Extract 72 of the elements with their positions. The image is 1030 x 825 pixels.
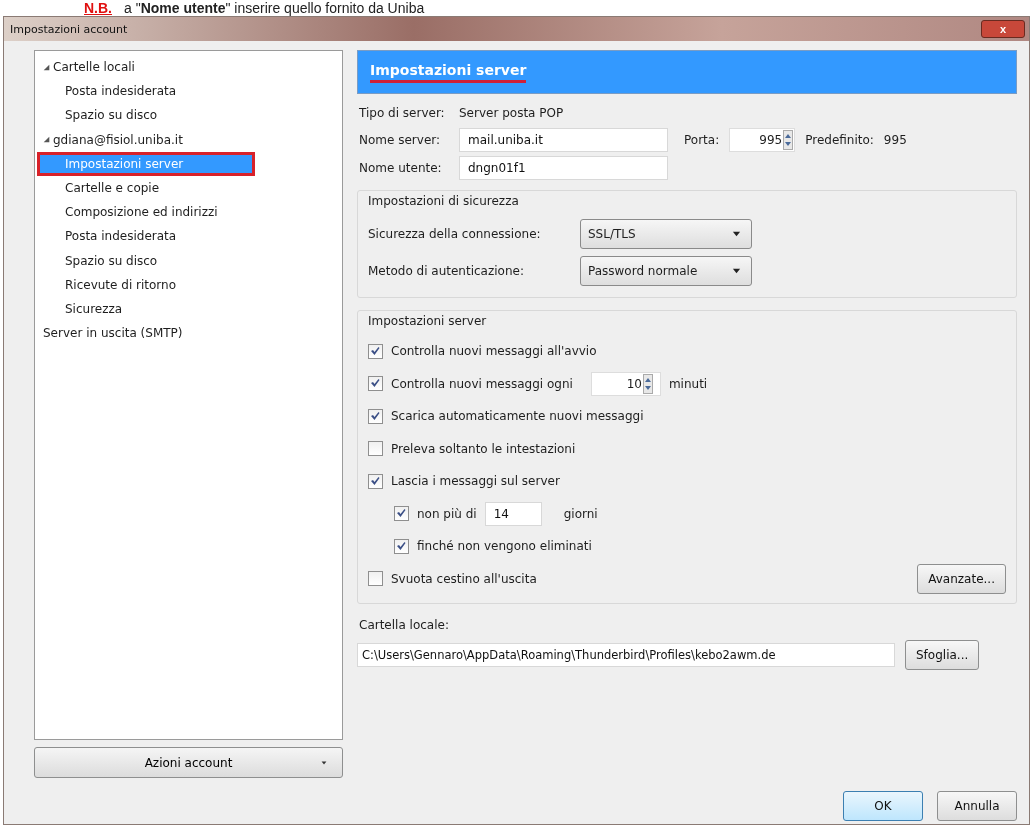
checkbox[interactable]	[368, 571, 383, 587]
ok-button[interactable]: OK	[843, 791, 923, 821]
server-name-field[interactable]: mail.uniba.it	[459, 128, 668, 152]
tree-item[interactable]: Spazio su disco	[37, 248, 340, 273]
checkmark-icon	[370, 345, 380, 356]
days-field[interactable]: 14	[484, 501, 542, 526]
expanded-triangle-icon[interactable]	[43, 136, 50, 144]
tree-item[interactable]: Ricevute di ritorno	[37, 272, 340, 297]
interval-field[interactable]: 10	[590, 371, 661, 396]
field-label: Tipo di server:	[359, 105, 446, 122]
field-label: Metodo di autenticazione:	[368, 263, 525, 278]
default-port-value: 995	[883, 133, 907, 147]
port-field[interactable]: 995	[729, 128, 796, 152]
spinner-arrows-icon[interactable]	[782, 130, 795, 150]
caret-icon	[732, 229, 741, 238]
caret-icon	[732, 266, 741, 275]
checkbox[interactable]	[368, 441, 383, 457]
unit-label: giorni	[563, 506, 598, 521]
checkbox[interactable]	[394, 538, 409, 554]
close-button[interactable]: x	[981, 20, 1025, 38]
field-label: Cartella locale:	[359, 618, 450, 632]
tree-item[interactable]: Cartelle e copie	[37, 175, 340, 201]
local-folder-field[interactable]: C:\Users\Gennaro\AppData\Roaming\Thunderbird\Profiles\kebo2awm.de	[357, 643, 895, 667]
user-name-field[interactable]: dngn01f1	[459, 156, 668, 180]
checkbox[interactable]	[368, 473, 383, 489]
tree-item[interactable]: Sicurezza	[37, 296, 340, 322]
dropdown[interactable]: Password normale	[580, 255, 752, 286]
checkmark-icon	[396, 508, 406, 519]
group-legend: Impostazioni server	[368, 309, 1006, 335]
checkbox-label: finché non vengono eliminati	[417, 539, 592, 554]
unit-label: minuti	[668, 376, 708, 391]
note-text: a "Nome utente" inserire quello fornito da Uniba	[124, 0, 425, 16]
checkbox-label: Controlla nuovi messaggi ogni	[391, 376, 573, 391]
checkbox-label: Controlla nuovi messaggi all'avvio	[391, 344, 597, 359]
checkbox[interactable]	[394, 506, 409, 522]
tree-item[interactable]: Server in uscita (SMTP)	[37, 321, 340, 346]
tree-item[interactable]: Posta indesiderata	[37, 224, 340, 249]
checkmark-icon	[396, 540, 406, 551]
header-title: Impostazioni server	[370, 61, 527, 83]
checkbox-label: Preleva soltanto le intestazioni	[391, 441, 576, 456]
advanced-button[interactable]: Avanzate...	[917, 563, 1006, 594]
account-actions-button[interactable]: Azioni account	[34, 747, 343, 778]
checkbox[interactable]	[368, 343, 383, 359]
field-label: Predefinito:	[805, 133, 874, 147]
cancel-button[interactable]: Annulla	[937, 791, 1017, 821]
server-type-value: Server posta POP	[459, 105, 565, 122]
tree-item[interactable]: Cartelle locali	[37, 55, 340, 80]
field-label: Nome server:	[359, 132, 442, 149]
field-label: Porta:	[684, 133, 720, 147]
checkmark-icon	[370, 378, 380, 389]
checkbox-label: Svuota cestino all'uscita	[391, 571, 537, 586]
note-label: N.B.	[84, 0, 112, 16]
checkmark-icon	[370, 475, 380, 486]
checkbox-label: non più di	[417, 506, 477, 521]
tree-item[interactable]: Posta indesiderata	[37, 79, 340, 104]
checkbox-label: Scarica automaticamente nuovi messaggi	[391, 409, 644, 424]
group-legend: Impostazioni di sicurezza	[368, 189, 1006, 215]
tree-item[interactable]: Spazio su disco	[37, 103, 340, 128]
browse-button[interactable]: Sfoglia...	[905, 640, 980, 670]
window-title: Impostazioni account	[10, 22, 129, 36]
checkbox-label: Lascia i messaggi sul server	[391, 474, 560, 489]
tree-item[interactable]: Composizione ed indirizzi	[37, 200, 340, 225]
field-label: Nome utente:	[359, 160, 443, 177]
checkmark-icon	[370, 410, 380, 421]
dropdown[interactable]: SSL/TLS	[580, 218, 752, 249]
spinner-arrows-icon[interactable]	[641, 373, 654, 394]
tree-item[interactable]: gdiana@fisiol.uniba.it	[37, 127, 340, 152]
expanded-triangle-icon[interactable]	[43, 63, 50, 71]
caret-icon	[320, 758, 328, 767]
checkbox[interactable]	[368, 408, 383, 424]
field-label: Sicurezza della connessione:	[368, 226, 542, 241]
checkbox[interactable]	[368, 376, 383, 392]
